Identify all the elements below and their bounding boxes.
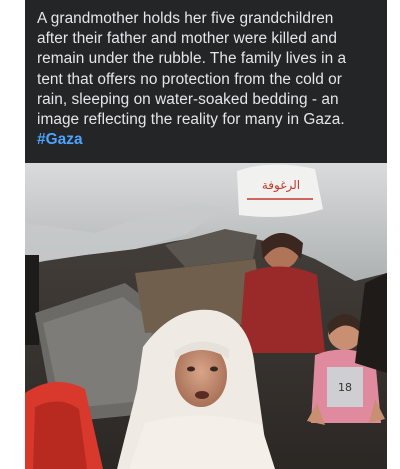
grandmother-robe	[129, 415, 275, 469]
page-margin-right	[387, 0, 400, 469]
bag-print: الرغوفة	[262, 178, 300, 193]
post-caption: A grandmother holds her five grandchildr…	[37, 9, 377, 150]
post-card: A grandmother holds her five grandchildr…	[25, 0, 387, 469]
page-margin-left	[15, 0, 25, 469]
svg-text:18: 18	[338, 381, 352, 394]
post-caption-text: A grandmother holds her five grandchildr…	[37, 10, 347, 129]
hashtag-link[interactable]: #Gaza	[37, 130, 83, 150]
tent-pole	[25, 255, 39, 345]
child-back-body	[239, 266, 325, 353]
post-photo[interactable]: الرغوفة 18	[25, 163, 387, 469]
photo-scene: الرغوفة 18	[25, 163, 387, 469]
